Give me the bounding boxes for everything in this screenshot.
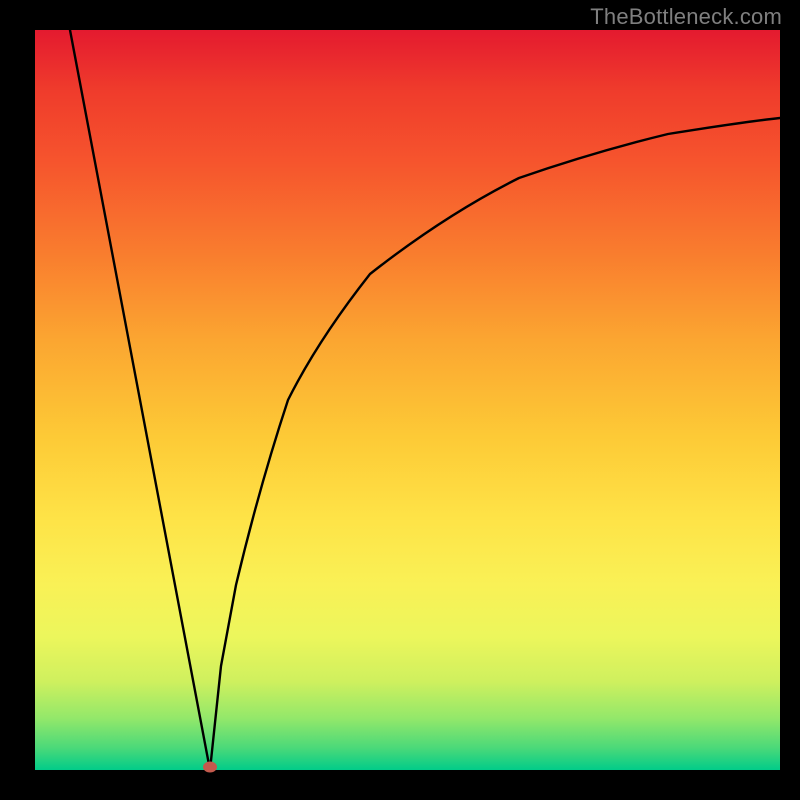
bottleneck-curve [35, 30, 780, 770]
optimal-point-marker [203, 762, 217, 773]
curve-right-segment [210, 118, 780, 770]
chart-frame: TheBottleneck.com [0, 0, 800, 800]
watermark-text: TheBottleneck.com [590, 4, 782, 30]
plot-area [35, 30, 780, 770]
curve-left-segment [70, 30, 210, 770]
